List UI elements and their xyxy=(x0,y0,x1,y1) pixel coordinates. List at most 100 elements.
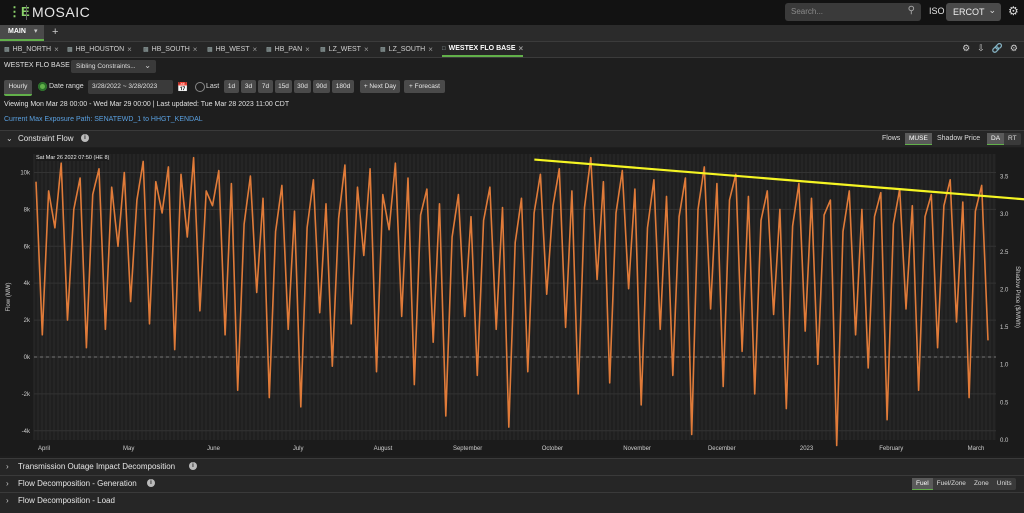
date-range-radio[interactable] xyxy=(38,82,47,91)
x-tick-label: October xyxy=(542,446,563,452)
info-icon[interactable]: i xyxy=(147,479,155,487)
workspace-tab-bar: MAIN ▾ + xyxy=(0,25,1024,42)
settings-icon[interactable]: ⚙ xyxy=(1010,43,1018,54)
close-icon[interactable]: × xyxy=(54,45,59,54)
shadow-da-option[interactable]: DA xyxy=(987,133,1005,145)
last-label: Last xyxy=(206,83,220,90)
tab-westex-flo-base[interactable]: □ WESTEX FLO BASE × xyxy=(442,42,524,57)
close-icon[interactable]: × xyxy=(305,45,310,54)
tab-label: HB_WEST xyxy=(215,46,250,53)
iso-value: ERCOT xyxy=(953,7,985,17)
sibling-constraints-select[interactable]: Sibling Constraints... ⌄ xyxy=(71,60,156,73)
tab-label: HB_SOUTH xyxy=(151,46,190,53)
chart-svg[interactable]: 10k 8k 6k 4k 2k 0k -2k -4k 3.5 3.0 2.5 2.0 1.5 1.0 0.5… xyxy=(0,148,1024,456)
tab-label: WESTEX FLO BASE xyxy=(448,45,516,52)
constraint-flow-header[interactable]: ⌄ Constraint Flow i Flows MUSE Shadow Pr… xyxy=(0,130,1024,147)
x-tick-label: April xyxy=(38,446,50,452)
tab-main[interactable]: MAIN ▾ xyxy=(0,25,44,41)
chevron-right-icon[interactable]: › xyxy=(6,496,9,505)
info-icon[interactable]: i xyxy=(81,134,89,142)
last-radio[interactable] xyxy=(195,82,205,92)
viewing-info: Viewing Mon Mar 28 00:00 - Wed Mar 29 00… xyxy=(4,101,290,108)
outage-impact-section[interactable]: › Transmission Outage Impact Decompositi… xyxy=(0,458,1024,475)
tab-hb-north[interactable]: ▩ HB_NORTH × xyxy=(4,42,59,57)
tab-lz-south[interactable]: ▩ LZ_SOUTH × xyxy=(380,42,433,57)
section-title: Transmission Outage Impact Decomposition xyxy=(18,462,176,471)
chevron-down-icon[interactable]: ▾ xyxy=(34,27,38,35)
tab-hb-pan[interactable]: ▩ HB_PAN × xyxy=(266,42,310,57)
chevron-right-icon[interactable]: › xyxy=(6,462,9,471)
constraint-flow-chart[interactable]: 10k 8k 6k 4k 2k 0k -2k -4k 3.5 3.0 2.5 2.0 1.5 1.0 0.5… xyxy=(0,148,1024,456)
fuel-option[interactable]: Fuel xyxy=(912,478,933,490)
x-tick-label: March xyxy=(968,446,985,452)
hourly-button[interactable]: Hourly xyxy=(4,80,32,96)
shadow-rt-option[interactable]: RT xyxy=(1004,133,1021,145)
tab-lz-west[interactable]: ▩ LZ_WEST × xyxy=(320,42,369,57)
constraint-name: WESTEX FLO BASE xyxy=(4,62,70,69)
chart-icon: ▩ xyxy=(380,47,386,53)
chart-icon: ▩ xyxy=(207,47,213,53)
flows-muse-option[interactable]: MUSE xyxy=(905,133,932,145)
y2-tick-label: 2.5 xyxy=(1000,250,1009,256)
tab-label: HB_HOUSTON xyxy=(75,46,125,53)
chevron-down-icon: ⌄ xyxy=(988,5,996,15)
iso-select[interactable]: ERCOT ⌄ xyxy=(946,3,1001,21)
y-tick-label: -4k xyxy=(22,429,31,435)
chevron-down-icon[interactable]: ⌄ xyxy=(6,134,13,143)
app-name: MOSAIC xyxy=(32,4,91,20)
date-range-label: Date range xyxy=(49,83,84,90)
info-icon[interactable]: i xyxy=(189,462,197,470)
exposure-path-link[interactable]: Current Max Exposure Path: SENATEWD_1 to… xyxy=(4,116,203,123)
y2-tick-label: 0.5 xyxy=(1000,400,1009,406)
add-tab-icon[interactable]: + xyxy=(52,26,58,38)
share-icon[interactable]: ⚙ xyxy=(962,43,970,54)
last-3d-button[interactable]: 3d xyxy=(241,80,256,93)
tab-hb-west[interactable]: ▩ HB_WEST × xyxy=(207,42,257,57)
section-title: Flow Decomposition - Load xyxy=(18,496,115,505)
x-tick-label: September xyxy=(453,446,482,452)
last-7d-button[interactable]: 7d xyxy=(258,80,273,93)
tab-label: LZ_SOUTH xyxy=(388,46,426,53)
tab-hb-south[interactable]: ▩ HB_SOUTH × xyxy=(143,42,197,57)
load-section[interactable]: › Flow Decomposition - Load xyxy=(0,492,1024,513)
top-bar: ⋮E MOSAIC Search... ⚲ ISO ERCOT ⌄ ⚙ xyxy=(0,0,1024,25)
close-icon[interactable]: × xyxy=(193,45,198,54)
close-icon[interactable]: × xyxy=(253,45,258,54)
close-icon[interactable]: × xyxy=(428,45,433,54)
link-icon[interactable]: 🔗 xyxy=(992,43,1003,54)
chart-icon: ▩ xyxy=(4,47,10,53)
y2-axis-title: Shadow Price ($/MWh) xyxy=(1014,266,1020,328)
download-icon[interactable]: ⇩ xyxy=(977,43,985,54)
close-icon[interactable]: × xyxy=(519,44,524,53)
date-range-input[interactable]: 3/28/2022 ~ 3/28/2023 xyxy=(88,80,173,94)
generation-section[interactable]: › Flow Decomposition - Generation i Fuel… xyxy=(0,475,1024,492)
y-tick-label: -2k xyxy=(22,392,31,398)
last-180d-button[interactable]: 180d xyxy=(332,80,354,93)
close-icon[interactable]: × xyxy=(364,45,369,54)
section-title: Constraint Flow xyxy=(18,134,74,143)
next-day-button[interactable]: + Next Day xyxy=(360,80,400,93)
search-input[interactable]: Search... ⚲ xyxy=(785,3,921,21)
last-90d-button[interactable]: 90d xyxy=(313,80,330,93)
generation-grouping-toggle: Fuel Fuel/Zone Zone Units xyxy=(912,478,1016,490)
units-option[interactable]: Units xyxy=(993,478,1016,490)
fuel-zone-option[interactable]: Fuel/Zone xyxy=(933,478,970,490)
search-icon[interactable]: ⚲ xyxy=(908,5,915,16)
zone-option[interactable]: Zone xyxy=(970,478,993,490)
last-30d-button[interactable]: 30d xyxy=(294,80,311,93)
last-1d-button[interactable]: 1d xyxy=(224,80,239,93)
last-15d-button[interactable]: 15d xyxy=(275,80,292,93)
tab-hb-houston[interactable]: ▩ HB_HOUSTON × xyxy=(67,42,132,57)
y2-tick-label: 1.5 xyxy=(1000,325,1009,331)
chart-icon: ▩ xyxy=(266,47,272,53)
chevron-right-icon[interactable]: › xyxy=(6,479,9,488)
calendar-icon[interactable]: 📅 xyxy=(177,82,188,93)
chart-icon: ▩ xyxy=(320,47,326,53)
logo-divider xyxy=(26,5,27,20)
close-icon[interactable]: × xyxy=(127,45,132,54)
x-tick-label: November xyxy=(623,446,651,452)
y2-tick-label: 0.0 xyxy=(1000,438,1009,444)
sibling-select-value: Sibling Constraints... xyxy=(76,63,136,70)
forecast-button[interactable]: + Forecast xyxy=(404,80,445,93)
gear-icon[interactable]: ⚙ xyxy=(1008,4,1019,18)
